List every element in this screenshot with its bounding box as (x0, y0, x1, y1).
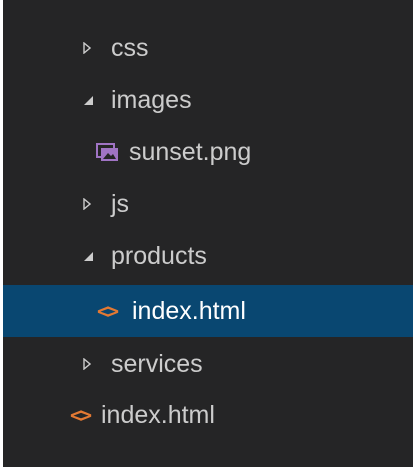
tree-folder-products[interactable]: products (3, 230, 415, 282)
chevron-down-icon[interactable] (82, 94, 94, 106)
tree-item-label: images (111, 86, 192, 114)
tree-file-products-index-html[interactable]: <> index.html (3, 285, 415, 337)
tree-item-label: js (111, 190, 130, 218)
tree-item-label: css (111, 34, 149, 62)
tree-item-label: index.html (101, 401, 215, 429)
tree-folder-css[interactable]: css (3, 22, 415, 74)
html-file-icon: <> (69, 403, 92, 427)
chevron-right-icon[interactable] (82, 42, 92, 54)
file-explorer: css images sunset.png js products <> ind… (0, 0, 415, 467)
tree-file-sunset-png[interactable]: sunset.png (3, 126, 415, 178)
tree-folder-services[interactable]: services (3, 338, 415, 390)
tree-folder-images[interactable]: images (3, 74, 415, 126)
tree-item-label: index.html (132, 297, 246, 325)
tree-folder-js[interactable]: js (3, 178, 415, 230)
chevron-down-icon[interactable] (82, 250, 94, 262)
tree-item-label: products (111, 242, 207, 270)
tree-item-label: sunset.png (129, 138, 252, 166)
tree-file-root-index-html[interactable]: <> index.html (3, 389, 415, 441)
chevron-right-icon[interactable] (82, 198, 92, 210)
html-file-icon: <> (96, 299, 119, 323)
image-file-icon (96, 143, 118, 161)
tree-item-label: services (111, 350, 203, 378)
chevron-right-icon[interactable] (82, 358, 92, 370)
